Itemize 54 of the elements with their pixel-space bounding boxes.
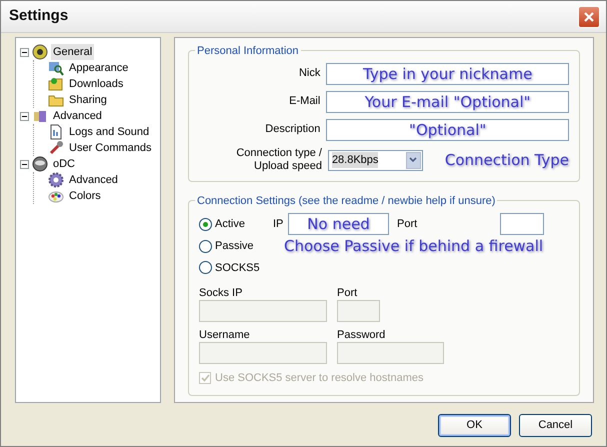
upload-speed-dropdown[interactable]: 28.8Kbps	[328, 150, 423, 171]
tree-item[interactable]: Advanced	[67, 172, 120, 188]
collapse-toggle[interactable]	[20, 160, 29, 168]
field-label: Connection type / Upload speed	[235, 147, 322, 174]
field-value: Your E-mail "Optional"	[364, 92, 531, 113]
wrench-icon	[48, 140, 64, 156]
radio-label: Passive	[215, 239, 254, 254]
magnifier-icon	[48, 60, 64, 76]
radio-button[interactable]	[199, 240, 212, 254]
annotation-text: Connection Type	[444, 150, 569, 171]
field-label: E-Mail	[288, 95, 320, 109]
input-field[interactable]: Your E-mail "Optional"	[326, 91, 569, 113]
field-label: Description	[264, 123, 320, 137]
tree-item[interactable]: Colors	[67, 188, 103, 204]
tree-item[interactable]: Advanced	[51, 108, 104, 124]
input-field[interactable]: "Optional"	[326, 119, 569, 141]
checkbox-label: Use SOCKS5 server to resolve hostnames	[215, 370, 424, 386]
dialog-button[interactable]: OK	[438, 414, 511, 437]
field-value: "Optional"	[409, 120, 486, 141]
gear-icon	[48, 172, 64, 188]
field-label: Password	[337, 328, 386, 342]
field-value: Type in your nickname	[363, 64, 532, 85]
tree-item[interactable]: oDC	[51, 156, 78, 172]
collapse-toggle[interactable]	[20, 112, 29, 120]
window-title: Settings	[9, 6, 68, 26]
input-field[interactable]	[500, 213, 544, 236]
close-icon	[583, 10, 595, 22]
input-field[interactable]: Type in your nickname	[326, 63, 569, 85]
field-value: No need	[307, 214, 370, 236]
tree-item[interactable]: Sharing	[67, 92, 109, 108]
chevron-down-icon	[406, 152, 421, 169]
tree-item[interactable]: Appearance	[67, 60, 130, 76]
collapse-toggle[interactable]	[20, 48, 29, 56]
radio-label: SOCKS5	[215, 260, 260, 276]
annotation-text: Choose Passive if behind a firewall	[284, 236, 544, 258]
radio-label: Active	[215, 217, 245, 232]
field-label: Nick	[298, 67, 320, 81]
field-label: Port	[337, 286, 358, 300]
tree-item[interactable]: Downloads	[67, 76, 126, 92]
radio-button[interactable]	[199, 261, 212, 274]
field-label: Socks IP	[199, 286, 244, 300]
radio-button[interactable]	[199, 218, 212, 231]
dialog-button[interactable]: Cancel	[519, 414, 592, 437]
input-field[interactable]: No need	[288, 213, 389, 236]
tree-item[interactable]: Logs and Sound	[67, 124, 152, 140]
tree-item[interactable]: User Commands	[67, 140, 154, 156]
field-label: Port	[397, 217, 418, 232]
globe-icon	[32, 44, 48, 60]
tree-item[interactable]: General	[51, 44, 94, 60]
field-label: IP	[273, 217, 284, 232]
document-icon	[48, 124, 64, 140]
field-label: Username	[199, 328, 251, 342]
folder-icon	[48, 76, 64, 92]
close-button[interactable]	[578, 6, 600, 28]
